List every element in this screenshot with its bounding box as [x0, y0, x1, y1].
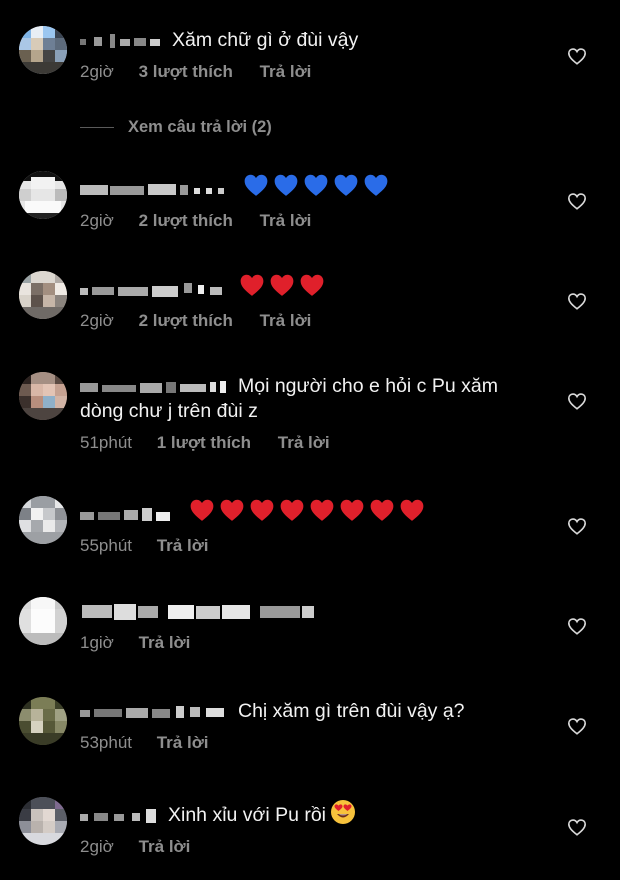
blue-heart-icon — [365, 174, 388, 196]
avatar[interactable] — [19, 372, 67, 420]
heart-outline-icon[interactable] — [567, 617, 587, 635]
avatar[interactable] — [19, 26, 67, 74]
comment-text: Mọi người cho e hỏi c Pu xăm — [238, 375, 498, 397]
heart-outline-icon[interactable] — [567, 818, 587, 836]
reply-button[interactable]: Trả lời — [260, 311, 312, 331]
avatar[interactable] — [19, 171, 67, 219]
reply-button[interactable]: Trả lời — [260, 62, 312, 82]
comment-time: 2giờ — [80, 311, 114, 330]
avatar[interactable] — [19, 271, 67, 319]
reply-button[interactable]: Trả lời — [157, 536, 209, 556]
username-blurred[interactable] — [80, 807, 160, 825]
heart-outline-icon[interactable] — [567, 292, 587, 310]
heart-outline-icon[interactable] — [567, 517, 587, 535]
avatar[interactable] — [19, 496, 67, 544]
username-blurred[interactable] — [80, 181, 230, 199]
reply-button[interactable]: Trả lời — [139, 837, 191, 857]
username-blurred[interactable] — [80, 281, 226, 299]
username-blurred[interactable] — [80, 703, 230, 721]
heart-eyes-emoji-icon — [331, 800, 356, 824]
heart-outline-icon[interactable] — [567, 192, 587, 210]
comment-time: 2giờ — [80, 211, 114, 230]
comment-time: 1giờ — [80, 633, 114, 652]
comment-text: Xinh xỉu với Pu rồi — [168, 804, 327, 826]
avatar[interactable] — [19, 597, 67, 645]
view-replies-button[interactable]: Xem câu trả lời (2) — [80, 118, 272, 137]
reply-button[interactable]: Trả lời — [260, 211, 312, 231]
heart-outline-icon[interactable] — [567, 717, 587, 735]
comment-time: 55phút — [80, 536, 132, 555]
avatar[interactable] — [19, 797, 67, 845]
likes-count[interactable]: 3 lượt thích — [139, 62, 233, 82]
comment-time: 2giờ — [80, 837, 114, 856]
red-heart-icon — [191, 499, 214, 521]
reply-button[interactable]: Trả lời — [139, 633, 191, 653]
emoji-row — [234, 274, 329, 300]
red-heart-icon — [281, 499, 304, 521]
username-blurred[interactable] — [80, 378, 230, 396]
red-heart-icon — [311, 499, 334, 521]
username-blurred[interactable] — [80, 602, 320, 622]
reply-button[interactable]: Trả lời — [278, 433, 330, 453]
blue-heart-icon — [305, 174, 328, 196]
red-heart-icon — [271, 274, 294, 296]
likes-count[interactable]: 2 lượt thích — [139, 211, 233, 231]
comment-time: 51phút — [80, 433, 132, 452]
replies-divider — [80, 127, 114, 129]
username-blurred[interactable] — [80, 32, 164, 50]
blue-heart-icon — [275, 174, 298, 196]
avatar[interactable] — [19, 697, 67, 745]
red-heart-icon — [371, 499, 394, 521]
likes-count[interactable]: 1 lượt thích — [157, 433, 251, 453]
comment-time: 53phút — [80, 733, 132, 752]
view-replies-label: Xem câu trả lời (2) — [128, 118, 272, 136]
red-heart-icon — [341, 499, 364, 521]
red-heart-icon — [401, 499, 424, 521]
comment-text: Chị xăm gì trên đùi vậy ạ? — [238, 700, 465, 722]
likes-count[interactable]: 2 lượt thích — [139, 311, 233, 331]
red-heart-icon — [221, 499, 244, 521]
username-blurred[interactable] — [80, 506, 176, 524]
comment-text-line2: dòng chư j trên đùi z — [80, 400, 258, 422]
red-heart-icon — [251, 499, 274, 521]
emoji-row — [238, 174, 393, 200]
reply-button[interactable]: Trả lời — [157, 733, 209, 753]
blue-heart-icon — [245, 174, 268, 196]
heart-outline-icon[interactable] — [567, 47, 587, 65]
comment-time: 2giờ — [80, 62, 114, 81]
blue-heart-icon — [335, 174, 358, 196]
comment-text: Xăm chữ gì ở đùi vậy — [172, 29, 359, 51]
emoji-row — [184, 499, 429, 525]
heart-outline-icon[interactable] — [567, 392, 587, 410]
red-heart-icon — [241, 274, 264, 296]
red-heart-icon — [301, 274, 324, 296]
